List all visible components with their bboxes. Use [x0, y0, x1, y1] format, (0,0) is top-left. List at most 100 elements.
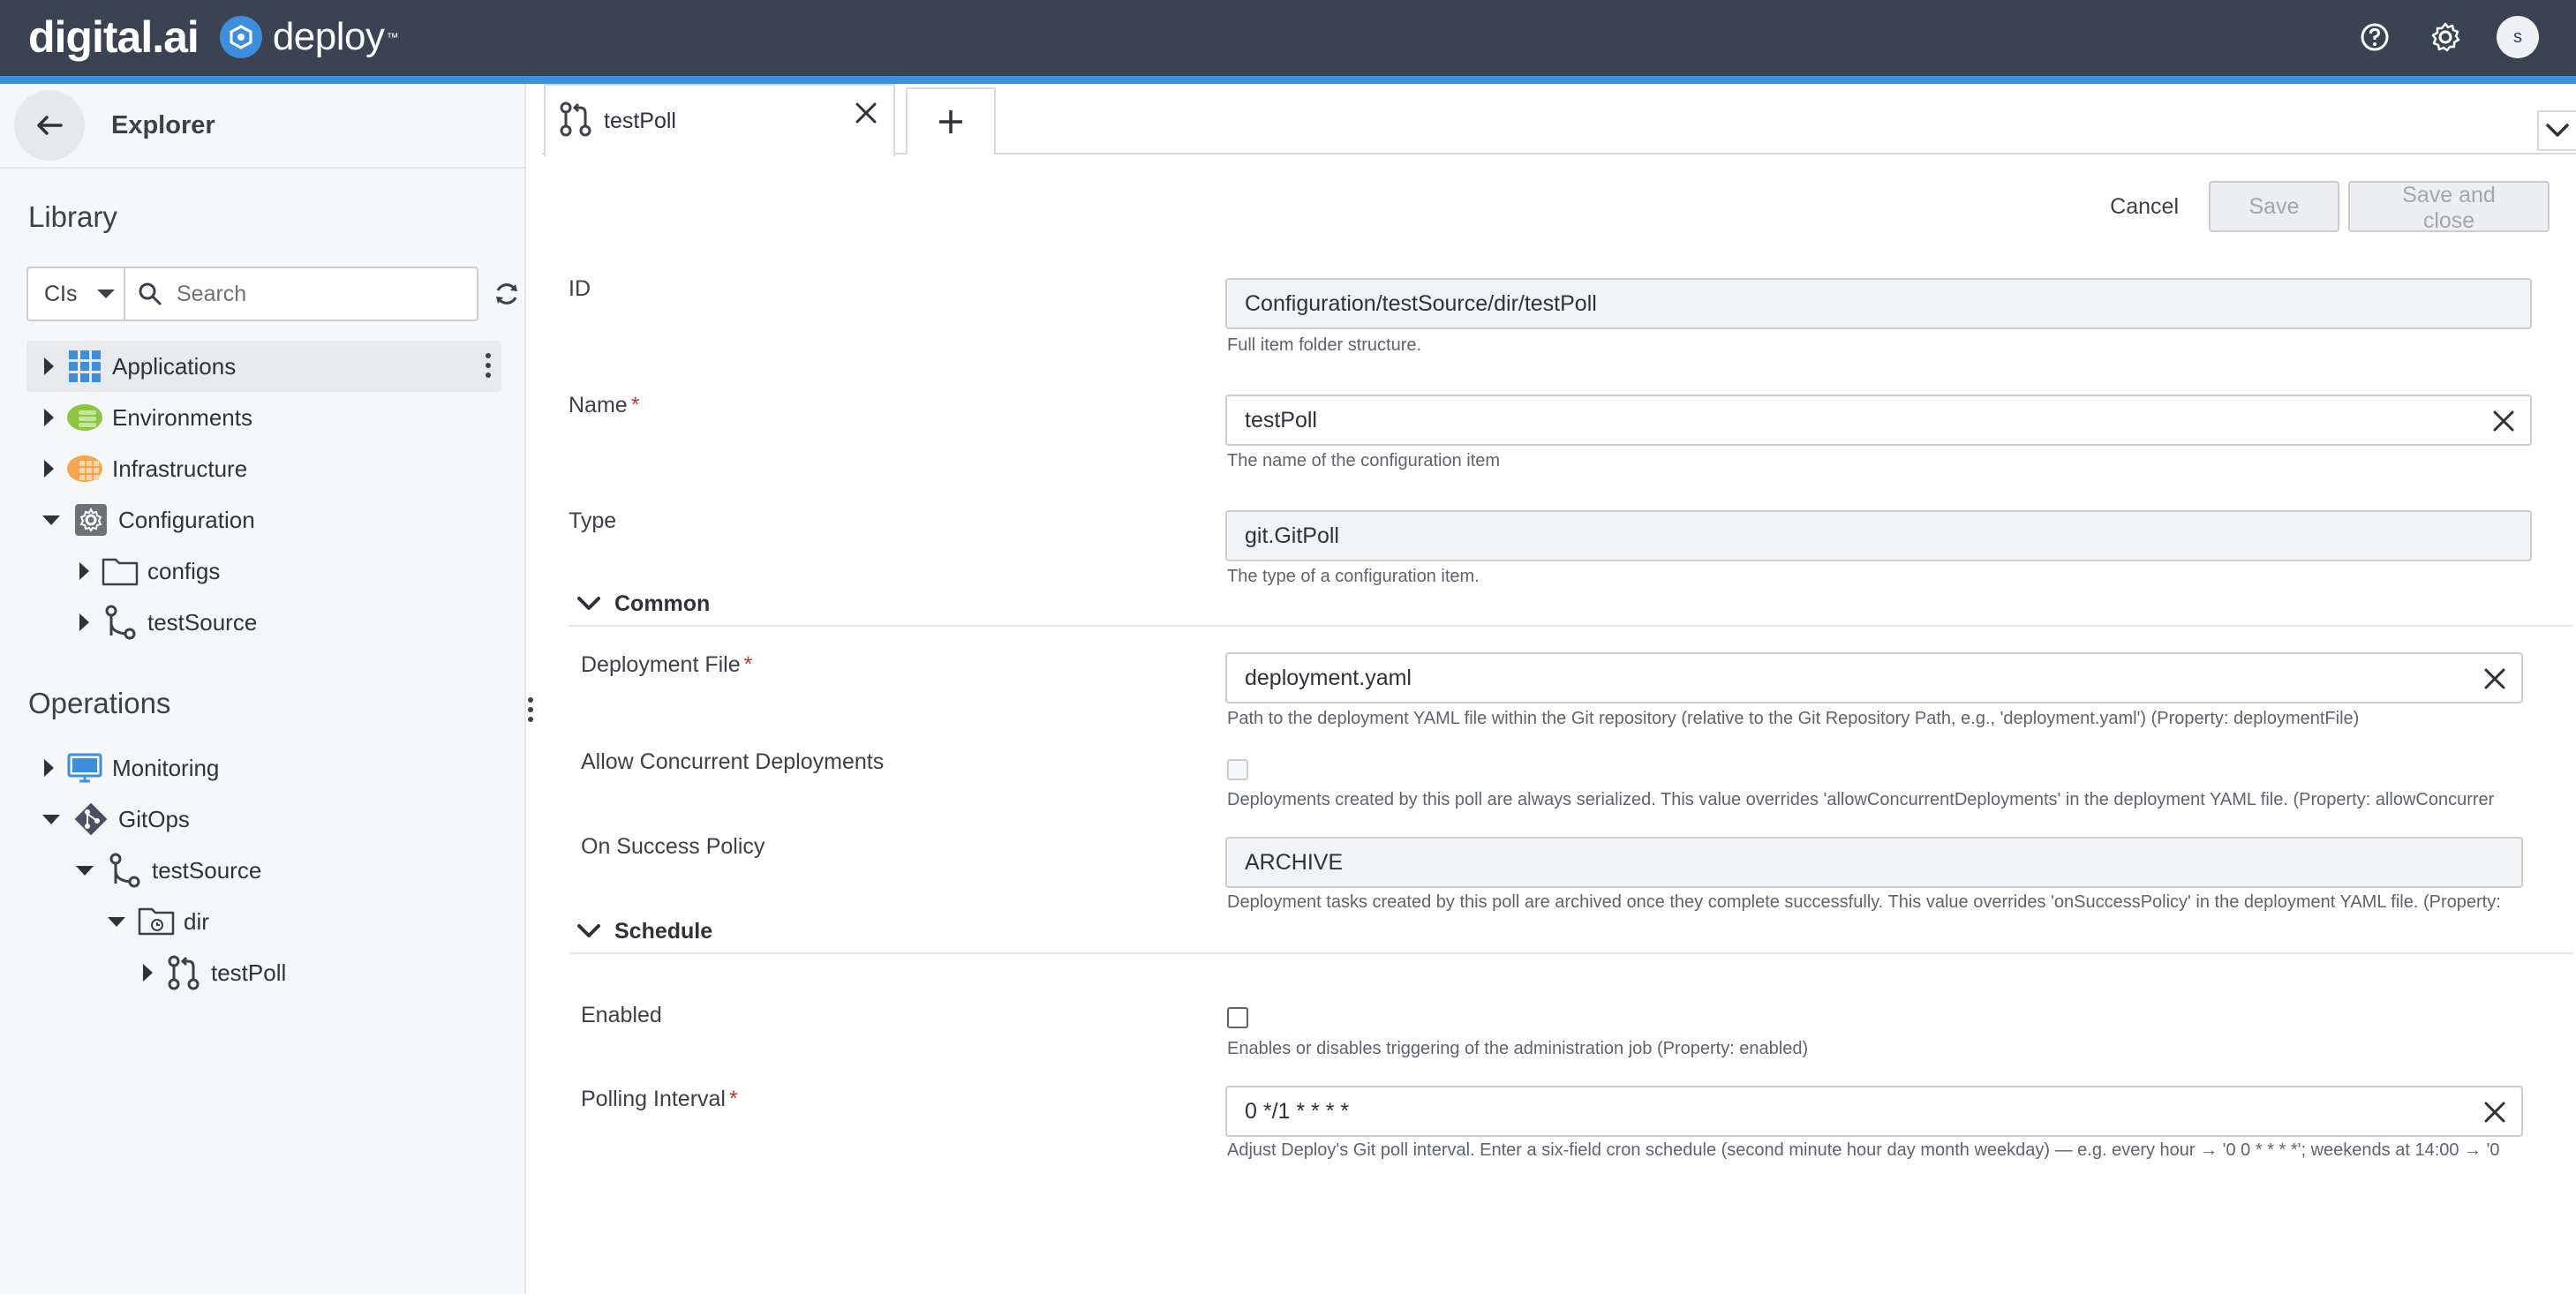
caret-down-icon[interactable]: [42, 814, 60, 824]
caret-right-icon[interactable]: [79, 562, 89, 580]
tree-item-infrastructure[interactable]: Infrastructure: [26, 443, 247, 494]
caret-down-icon[interactable]: [76, 865, 94, 876]
allow-concurrent-checkbox[interactable]: [1227, 759, 1248, 780]
folder-icon: [102, 553, 139, 590]
user-avatar[interactable]: s: [2497, 16, 2539, 58]
tab-testpoll[interactable]: testPoll: [544, 84, 895, 156]
tree-item-environments[interactable]: Environments: [26, 392, 252, 443]
deployment-file-field[interactable]: deployment.yaml: [1225, 652, 2523, 703]
deploy-logo-icon: [219, 16, 262, 58]
clear-icon[interactable]: [2481, 665, 2509, 693]
chevron-down-icon: [576, 918, 602, 944]
clear-icon[interactable]: [2489, 407, 2518, 435]
tree-item-gitops[interactable]: GitOps: [26, 794, 190, 845]
infrastructure-icon: [66, 450, 103, 487]
type-value: git.GitPoll: [1245, 523, 1339, 548]
trademark: ™: [386, 30, 399, 44]
tree-item-gitops-testsource[interactable]: testSource: [76, 845, 261, 896]
polling-interval-help: Adjust Deploy's Git poll interval. Enter…: [1227, 1140, 2500, 1160]
allow-concurrent-label: Allow Concurrent Deployments: [581, 749, 885, 774]
tree-item-configs[interactable]: configs: [79, 545, 220, 597]
tree-item-label: dir: [184, 907, 209, 935]
deployment-file-help: Path to the deployment YAML file within …: [1227, 709, 2360, 728]
name-label: Name *: [569, 393, 640, 418]
search-input[interactable]: [177, 281, 441, 307]
tree-item-label: testSource: [152, 856, 262, 884]
chevron-down-icon: [576, 591, 602, 617]
save-and-close-button[interactable]: Save and close: [2348, 181, 2550, 233]
type-field[interactable]: git.GitPoll: [1225, 510, 2532, 561]
tree-item-label: Infrastructure: [112, 455, 248, 482]
close-icon[interactable]: [851, 98, 881, 128]
tree-item-configuration[interactable]: Configuration: [26, 494, 255, 545]
schedule-section-toggle[interactable]: Schedule: [569, 910, 2572, 954]
explorer-title: Explorer: [111, 110, 215, 139]
chevron-down-icon: [2546, 124, 2569, 137]
caret-right-icon[interactable]: [44, 759, 54, 777]
on-success-policy-value: ARCHIVE: [1245, 849, 1344, 875]
ci-type-value: CIs: [44, 281, 78, 306]
refresh-icon[interactable]: [487, 275, 526, 313]
library-title: Library: [28, 200, 117, 233]
name-field[interactable]: testPoll: [1225, 395, 2532, 446]
type-label: Type: [569, 508, 617, 533]
git-poll-icon: [558, 101, 593, 142]
caret-down-icon[interactable]: [42, 515, 60, 525]
navbar-accent-bar: [0, 76, 2576, 84]
tab-label: testPoll: [604, 108, 676, 133]
caret-right-icon[interactable]: [79, 613, 89, 631]
search-icon: [139, 282, 162, 305]
common-section-toggle[interactable]: Common: [569, 583, 2572, 627]
explorer-header: Explorer: [0, 84, 524, 169]
deployment-file-value: deployment.yaml: [1245, 665, 1412, 690]
sidebar-resize-handle[interactable]: [528, 697, 533, 722]
help-icon[interactable]: [2355, 18, 2394, 56]
id-field[interactable]: Configuration/testSource/dir/testPoll: [1225, 278, 2532, 329]
settings-icon[interactable]: [2426, 18, 2465, 56]
allow-concurrent-help: Deployments created by this poll are alw…: [1227, 790, 2495, 809]
tab-overflow-button[interactable]: [2537, 110, 2576, 151]
back-button[interactable]: [14, 90, 85, 161]
clear-icon[interactable]: [2481, 1098, 2509, 1126]
tree-item-testsource[interactable]: testSource: [79, 597, 257, 648]
tree-item-label: Environments: [112, 403, 252, 431]
top-navbar: digital.ai deploy ™ s: [0, 0, 2576, 76]
caret-right-icon[interactable]: [44, 409, 54, 426]
name-value: testPoll: [1245, 407, 1317, 433]
common-section-title: Common: [614, 591, 711, 616]
git-poll-icon: [165, 954, 202, 991]
tree-item-dir[interactable]: dir: [108, 896, 209, 947]
deploy-wordmark: deploy: [272, 15, 385, 58]
explorer-sidebar: Explorer Library CIs Applications Enviro…: [0, 84, 526, 1294]
on-success-policy-label: On Success Policy: [581, 834, 765, 859]
tree-item-label: GitOps: [118, 805, 190, 832]
configuration-icon: [72, 501, 109, 538]
brand-logo[interactable]: digital.ai deploy ™: [28, 12, 398, 62]
tree-item-applications[interactable]: Applications: [26, 341, 501, 392]
enabled-checkbox[interactable]: [1227, 1007, 1248, 1028]
folder-icon: [138, 903, 175, 940]
save-button[interactable]: Save: [2209, 181, 2339, 232]
caret-right-icon[interactable]: [44, 357, 54, 375]
caret-down-icon[interactable]: [108, 916, 125, 927]
ci-type-select[interactable]: CIs: [26, 267, 124, 321]
cancel-button[interactable]: Cancel: [2110, 194, 2179, 220]
tree-item-label: Monitoring: [112, 754, 220, 781]
polling-interval-field[interactable]: 0 */1 * * * *: [1225, 1086, 2523, 1137]
caret-right-icon[interactable]: [44, 460, 54, 478]
more-options-icon[interactable]: [486, 353, 491, 378]
caret-right-icon[interactable]: [143, 964, 153, 982]
search-field[interactable]: [124, 267, 478, 321]
tree-item-monitoring[interactable]: Monitoring: [26, 742, 219, 794]
form-actions: Cancel Save Save and close: [2110, 181, 2550, 233]
id-value: Configuration/testSource/dir/testPoll: [1245, 290, 1597, 316]
main-content: testPoll Cancel Save Save and close ID C…: [542, 84, 2576, 1294]
git-source-icon: [106, 852, 143, 889]
plus-icon: [939, 110, 962, 133]
deployment-file-label: Deployment File *: [581, 652, 753, 677]
on-success-policy-field[interactable]: ARCHIVE: [1225, 837, 2523, 888]
tree-item-label: testSource: [147, 608, 258, 636]
tree-item-label: Applications: [112, 352, 237, 380]
add-tab-button[interactable]: [906, 87, 996, 154]
tree-item-testpoll[interactable]: testPoll: [143, 947, 286, 998]
